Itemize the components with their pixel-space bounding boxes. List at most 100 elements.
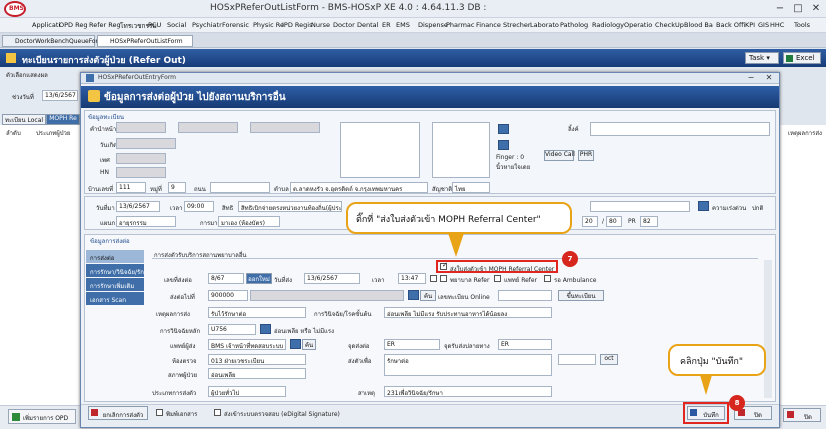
menu-item-29[interactable]: Tools xyxy=(794,21,810,29)
dest-point-field[interactable]: ER xyxy=(498,339,552,350)
search-icon[interactable] xyxy=(408,290,419,300)
tab-moph[interactable]: MOPH Re xyxy=(46,114,80,125)
destination-name-field[interactable] xyxy=(250,290,404,301)
menu-item-4[interactable]: PCU xyxy=(148,21,161,29)
menu-item-6[interactable]: Psychiatr xyxy=(192,21,222,29)
calendar-icon[interactable] xyxy=(698,201,709,211)
video-call-button[interactable]: Video Call xyxy=(544,150,575,161)
nav-scan-docs[interactable]: เอกสาร Scan xyxy=(86,292,144,305)
sex-field[interactable] xyxy=(116,153,166,164)
bp-diastolic-field[interactable]: 80 xyxy=(606,216,622,227)
refer-type-field[interactable]: ผู้ป่วยทั่วไป xyxy=(208,386,286,397)
menu-item-27[interactable]: GIS xyxy=(758,21,769,29)
patient-status-field[interactable]: อ่อนเพลีย xyxy=(208,368,306,379)
menu-item-19[interactable]: Laborato xyxy=(530,21,559,29)
menu-item-0[interactable]: Applicati xyxy=(32,21,60,29)
form-scrollbar[interactable] xyxy=(764,260,772,398)
purpose-extra-field[interactable] xyxy=(558,354,596,365)
link-field[interactable] xyxy=(590,122,770,136)
find-doctor-button[interactable]: ค้น xyxy=(302,339,316,350)
tab-refer-out-list[interactable]: HOSxPReferOutListForm xyxy=(97,35,193,47)
task-dropdown[interactable]: Task ▾ xyxy=(745,52,779,64)
bp-systolic-field[interactable]: 20 xyxy=(582,216,598,227)
menu-item-8[interactable]: Physic Re xyxy=(253,21,284,29)
menu-item-21[interactable]: Radiology xyxy=(592,21,624,29)
menu-item-1[interactable]: OPD Reg xyxy=(59,21,87,29)
nav-diagnosis[interactable]: การรักษา/วินิจฉัย/รักษา xyxy=(86,264,144,277)
moo-field[interactable]: 9 xyxy=(168,182,186,193)
sending-doctor-field[interactable]: BMS เจ้าหน้าที่ทดสอบระบบ xyxy=(208,339,286,350)
esign-checkbox[interactable] xyxy=(214,409,221,416)
menu-item-5[interactable]: Social xyxy=(167,21,186,29)
search-icon[interactable] xyxy=(290,339,301,349)
visit-time-field[interactable]: 09:00 xyxy=(184,201,214,212)
menu-item-12[interactable]: Dental xyxy=(357,21,378,29)
exam-room-field[interactable]: 013 ฝ่ายเวชระเบียน xyxy=(208,354,306,365)
visit-extra-field[interactable] xyxy=(590,201,690,212)
excel-button[interactable]: Excel xyxy=(783,52,821,64)
prefix-field[interactable] xyxy=(116,122,166,133)
pr-field[interactable]: 82 xyxy=(640,216,658,227)
tambon-field[interactable]: ต.ลาดหงรัว จ.อุตรดิตถ์ จ.กรุงเทพมหานคร xyxy=(290,182,428,193)
search-icon[interactable] xyxy=(260,324,271,334)
department-field[interactable]: อายุรกรรม xyxy=(116,216,176,227)
find-destination-button[interactable]: ค้น xyxy=(420,290,436,301)
birthdate-field[interactable] xyxy=(116,138,176,149)
menu-item-26[interactable]: KPI xyxy=(745,21,755,29)
menu-item-25[interactable]: Back Offi xyxy=(716,21,745,29)
nationality-field[interactable]: ไทย xyxy=(452,182,490,193)
main-dx-code-field[interactable]: U756 xyxy=(208,324,256,335)
close-window-button[interactable]: ✕ xyxy=(807,2,825,15)
house-no-field[interactable]: 111 xyxy=(116,182,146,193)
firstname-field[interactable] xyxy=(178,122,238,133)
allergy-box[interactable] xyxy=(340,122,420,178)
initial-dx-field[interactable]: อ่อนเพลีย ไม่มีแรง รับประทานอาหารได้น้อย… xyxy=(384,307,552,318)
camera-icon[interactable] xyxy=(498,124,509,134)
menu-item-16[interactable]: Pharmac xyxy=(446,21,474,29)
menu-item-15[interactable]: Dispense xyxy=(418,21,448,29)
print-checkbox[interactable] xyxy=(156,409,163,416)
right-field[interactable]: สิทธิเบิกจ่ายตรงหน่วยงานท้องถิ่น(ผู้ประก… xyxy=(238,201,342,212)
dialog-close-button[interactable]: ✕ xyxy=(760,73,778,83)
refer-time-spinner[interactable] xyxy=(430,275,437,282)
doctor-refer-checkbox[interactable] xyxy=(494,275,501,282)
menu-item-23[interactable]: CheckUp xyxy=(655,21,684,29)
visit-date-field[interactable]: 13/6/2567 xyxy=(116,201,160,212)
fingerprint-icon[interactable] xyxy=(498,140,509,150)
patient-note-box[interactable] xyxy=(432,122,490,178)
new-number-button[interactable]: ออกใหม่ xyxy=(246,273,272,284)
menu-item-17[interactable]: Finance xyxy=(476,21,501,29)
road-field[interactable] xyxy=(210,182,270,193)
menu-item-7[interactable]: Forensic xyxy=(222,21,249,29)
ambulance-checkbox[interactable] xyxy=(544,275,551,282)
dialog-minimize-button[interactable]: − xyxy=(742,73,760,83)
menu-item-24[interactable]: Blood Ba xyxy=(684,21,713,29)
destination-code-field[interactable]: 900000 xyxy=(208,290,248,301)
menu-item-28[interactable]: HHC xyxy=(770,21,784,29)
refer-cause-field[interactable]: รับไว้รักษาต่อ xyxy=(208,307,306,318)
nav-refer[interactable]: การส่งต่อ xyxy=(86,250,144,263)
arrival-field[interactable]: มาเอง (ห้องบัตร) xyxy=(218,216,280,227)
refer-time-field[interactable]: 13:47 xyxy=(398,273,426,284)
tab-doctor-workbench[interactable]: DoctorWorkBenchQueueForm xyxy=(2,35,104,47)
tab-local[interactable]: ทะเบียน Local xyxy=(2,114,46,125)
menu-item-13[interactable]: ER xyxy=(382,21,391,29)
maximize-button[interactable]: □ xyxy=(789,2,807,15)
minimize-button[interactable]: − xyxy=(771,2,789,15)
refer-point-field[interactable]: ER xyxy=(384,339,440,350)
menu-item-18[interactable]: Strecher xyxy=(503,21,531,29)
menu-item-14[interactable]: EMS xyxy=(396,21,410,29)
purpose-field[interactable]: รักษาต่อ xyxy=(384,354,552,376)
menu-item-11[interactable]: Doctor xyxy=(333,21,355,29)
menu-item-20[interactable]: Patholog xyxy=(560,21,588,29)
menu-item-22[interactable]: Operatio xyxy=(624,21,652,29)
nav-extra-treatment[interactable]: การรักษาเพิ่มเติม xyxy=(86,278,144,291)
menu-item-10[interactable]: Nurse xyxy=(311,21,330,29)
nurse-refer-checkbox[interactable] xyxy=(440,275,447,282)
menu-item-2[interactable]: Refer Reg xyxy=(89,21,121,29)
refer-date-field[interactable]: 13/6/2567 xyxy=(304,273,360,284)
phr-button[interactable]: PHR xyxy=(578,150,594,161)
reason-field[interactable]: 231เพื่อวินิจฉัย/รักษา xyxy=(384,386,552,397)
register-button[interactable]: ขึ้นทะเบียน xyxy=(558,290,604,301)
date-range-input[interactable]: 13/6/2567 xyxy=(42,90,78,101)
